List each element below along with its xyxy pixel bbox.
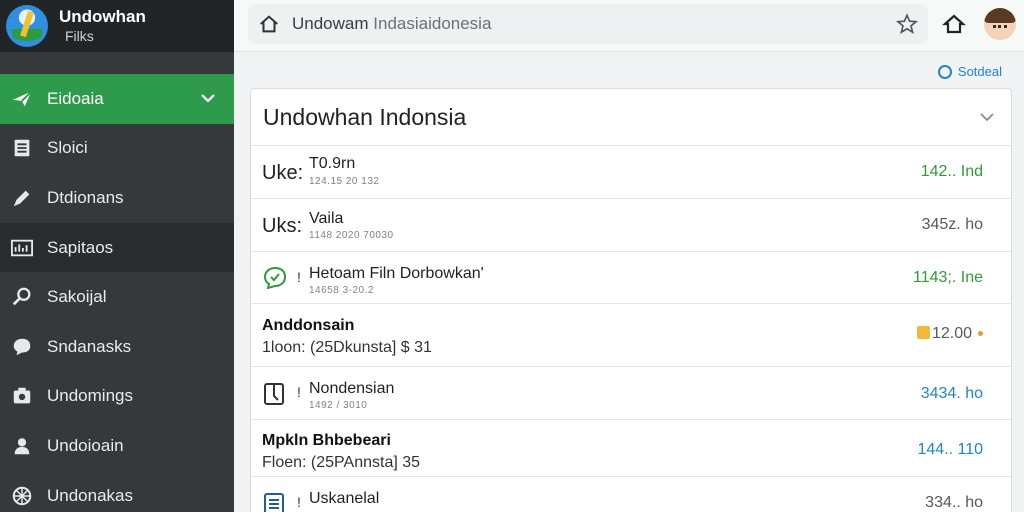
row-lead: Uke:: [262, 162, 304, 184]
sidebar-item-label: Sndanasks: [47, 336, 132, 356]
row-title: Anddonsain: [262, 317, 355, 334]
user-icon: [10, 434, 34, 458]
row-name: Nondensian: [309, 380, 395, 397]
clipboard-icon: [264, 383, 284, 405]
sidebar-item-label: Undonakas: [47, 485, 134, 505]
card-title: Undowhan Indonsia: [263, 103, 467, 130]
info-icon: [937, 64, 952, 79]
list-item[interactable]: Uks: Vaila 1148 2020 70030 345z. ho: [251, 199, 1011, 252]
row-marker: !: [297, 494, 301, 510]
sidebar-item-label: Dtdionans: [47, 187, 124, 207]
sidebar-item-5[interactable]: Sndanasks: [0, 322, 234, 372]
sidebar-item-1[interactable]: Sloici: [0, 124, 234, 174]
list-item[interactable]: ! Uskanelal 334.. ho: [251, 477, 1011, 512]
address-path: Indasiaidonesia: [368, 14, 492, 33]
row-amount: 142.. Ind: [920, 163, 983, 180]
sidebar-item-label: Sloici: [47, 138, 88, 158]
coin-icon: [916, 326, 930, 339]
address-host: Undowam: [292, 14, 369, 33]
chart-icon: [10, 236, 34, 260]
row-name: T0.9rn: [309, 155, 356, 172]
search-icon: [10, 285, 34, 309]
extension-icon[interactable]: [942, 12, 966, 36]
camera-icon: [10, 384, 34, 408]
document-icon: [10, 136, 34, 160]
row-marker: !: [297, 384, 301, 400]
home-icon[interactable]: [258, 13, 280, 35]
list-item[interactable]: Uke: T0.9rn 124.15 20 132 142.. Ind: [251, 146, 1011, 199]
sidebar-item-label: Sapitaos: [47, 237, 114, 257]
sidebar-item-0[interactable]: Eidoaia: [0, 74, 234, 124]
paper-plane-icon: [10, 87, 34, 111]
details-link[interactable]: Sotdeal: [937, 64, 1002, 79]
row-sub: 14658 3-20.2: [309, 285, 374, 296]
sidebar-item-2[interactable]: Dtdionans: [0, 173, 234, 223]
status-dot-icon: [978, 331, 983, 336]
card-header[interactable]: Undowhan Indonsia: [251, 89, 1011, 146]
pen-icon: [10, 186, 34, 210]
sidebar-item-4[interactable]: Sakoijal: [0, 272, 234, 322]
row-title: Mpkln Bhbebeari: [262, 432, 391, 449]
address-bar[interactable]: Undowam Indasiaidonesia: [248, 4, 928, 44]
row-marker: !: [297, 269, 301, 285]
sidebar-item-8[interactable]: Undonakas: [0, 471, 234, 512]
top-bar: Undowam Indasiaidonesia: [234, 0, 1024, 52]
list-item[interactable]: Mpkln Bhbebeari Floen: (25PAnnsta] 35 14…: [251, 420, 1011, 477]
app-logo-icon: [6, 5, 48, 47]
list-item[interactable]: ! Nondensian 1492 / 3010 3434. ho: [251, 367, 1011, 420]
chat-icon: [10, 335, 34, 359]
row-lead: Uks:: [262, 215, 302, 237]
row-amount: 3434. ho: [920, 385, 983, 402]
bookmark-star-icon[interactable]: [896, 13, 918, 35]
row-sub: 1148 2020 70030: [309, 230, 394, 241]
sidebar: Undowhan Filks Eidoaia Sloici Dtdionans: [0, 0, 234, 512]
sidebar-item-7[interactable]: Undoioain: [0, 421, 234, 471]
details-link-label: Sotdeal: [957, 64, 1002, 79]
brand-header[interactable]: Undowhan Filks: [0, 0, 234, 52]
app-title: Undowhan: [59, 7, 146, 27]
row-subline: 1loon: (25Dkunsta] $ 31: [262, 339, 432, 356]
row-name: Hetoam Filn Dorbowkan': [309, 265, 484, 282]
row-amount: 334.. ho: [925, 494, 983, 511]
sidebar-item-label: Undoioain: [47, 435, 124, 455]
notebook-icon: [264, 493, 284, 512]
chevron-down-icon[interactable]: [977, 107, 997, 127]
app-subtitle: Filks: [65, 27, 94, 44]
sidebar-item-6[interactable]: Undomings: [0, 372, 234, 422]
row-amount-group: 12.00: [916, 325, 983, 343]
settings-icon: [10, 484, 34, 508]
list-item[interactable]: ! Hetoam Filn Dorbowkan' 14658 3-20.2 11…: [251, 252, 1011, 304]
address-text: Undowam Indasiaidonesia: [292, 14, 491, 34]
entries-card: Undowhan Indonsia Uke: T0.9rn 124.15 20 …: [250, 88, 1012, 512]
row-subline: Floen: (25PAnnsta] 35: [262, 454, 421, 471]
chevron-down-icon[interactable]: [198, 88, 218, 108]
sidebar-nav: Eidoaia Sloici Dtdionans Sapitaos Sakoij…: [0, 74, 234, 512]
sidebar-item-label: Eidoaia: [47, 88, 104, 108]
row-amount: 144.. 110: [917, 441, 983, 458]
main-content: Sotdeal Undowhan Indonsia Uke: T0.9rn 12…: [234, 52, 1024, 512]
sidebar-item-3[interactable]: Sapitaos: [0, 222, 234, 273]
sidebar-item-label: Sakoijal: [47, 287, 107, 307]
row-amount: 12.00: [931, 325, 972, 342]
avatar[interactable]: [984, 8, 1016, 40]
row-name: Vaila: [309, 210, 344, 227]
row-sub: 124.15 20 132: [309, 176, 380, 187]
chat-check-icon: [263, 266, 287, 290]
row-sub: 1492 / 3010: [309, 400, 368, 411]
row-name: Uskanelal: [309, 490, 380, 507]
row-amount: 1143;. Ine: [913, 269, 983, 286]
list-item[interactable]: Anddonsain 1loon: (25Dkunsta] $ 31 12.00: [251, 304, 1011, 367]
row-amount: 345z. ho: [921, 216, 983, 233]
sidebar-item-label: Undomings: [47, 386, 133, 406]
